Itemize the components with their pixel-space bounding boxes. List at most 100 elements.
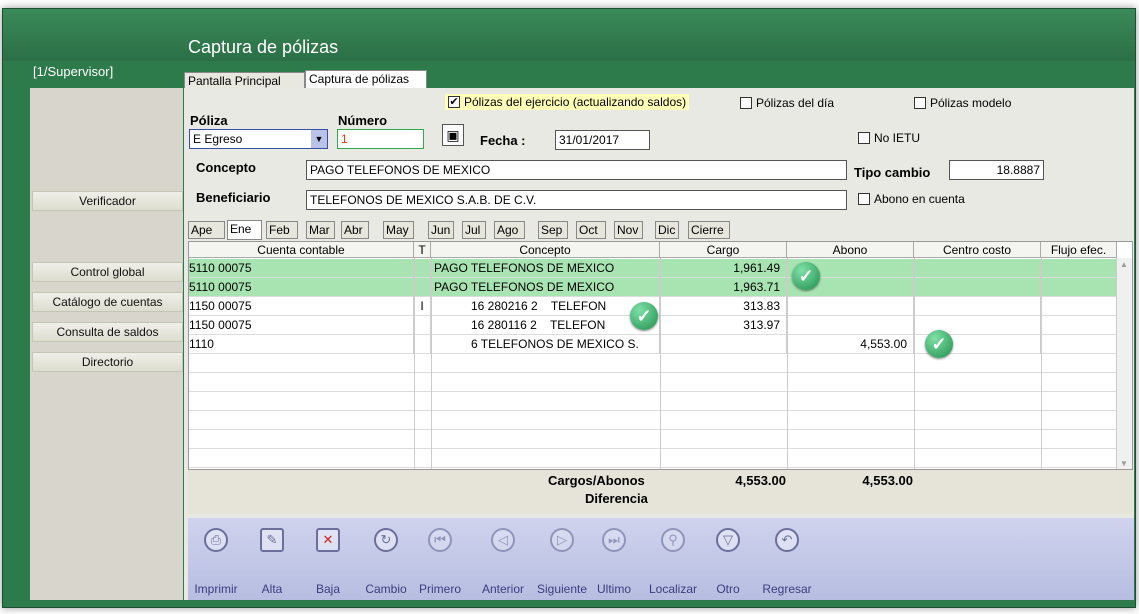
primero-button[interactable]: ⏮ Primero xyxy=(418,518,462,600)
tab-ene[interactable]: Ene xyxy=(227,220,262,240)
numero-input[interactable]: 1 xyxy=(337,129,424,149)
localizar-label: Localizar xyxy=(648,582,698,596)
cell-cargo xyxy=(660,335,787,354)
col-t[interactable]: T xyxy=(414,242,431,258)
sidebar-item-consulta-saldos[interactable]: Consulta de saldos xyxy=(32,322,183,342)
ultimo-button[interactable]: ⏭ Ultimo xyxy=(592,518,636,600)
cell-cargo: 313.97 xyxy=(660,316,787,335)
tipo-cambio-label: Tipo cambio xyxy=(854,165,931,180)
numero-label: Número xyxy=(338,113,388,128)
tab-captura-polizas[interactable]: Captura de pólizas xyxy=(305,70,427,90)
check-circle-icon: ✓ xyxy=(792,262,820,290)
table-row-empty[interactable] xyxy=(189,392,1117,411)
polizas-modelo-checkbox[interactable]: Pólizas modelo xyxy=(914,96,1011,110)
cell-t xyxy=(414,278,431,297)
tab-cierre[interactable]: Cierre xyxy=(688,221,730,239)
siguiente-button[interactable]: ▷ Siguiente xyxy=(534,518,590,600)
return-icon: ↶ xyxy=(775,528,799,552)
cambio-button[interactable]: ↻ Cambio xyxy=(362,518,410,600)
concepto-label: Concepto xyxy=(196,160,256,175)
tab-mar[interactable]: Mar xyxy=(306,221,335,239)
bottom-toolbar: ⎙ Imprimir ✎ Alta ✕ Baja ↻ Cambio ⏮ Prim… xyxy=(188,518,1134,600)
concepto-input[interactable]: PAGO TELEFONOS DE MEXICO xyxy=(306,160,847,180)
cell-cargo: 1,963.71 xyxy=(660,278,787,297)
col-cargo[interactable]: Cargo xyxy=(660,242,787,258)
imprimir-button[interactable]: ⎙ Imprimir xyxy=(192,518,240,600)
baja-button[interactable]: ✕ Baja xyxy=(306,518,350,600)
copy-document-icon[interactable]: ▣ xyxy=(442,124,464,146)
tab-oct[interactable]: Oct xyxy=(576,221,606,239)
new-document-icon: ✎ xyxy=(260,528,284,552)
checkbox-checked-icon: ✔ xyxy=(448,96,460,108)
anterior-button[interactable]: ◁ Anterior xyxy=(476,518,530,600)
sidebar-item-control-global[interactable]: Control global xyxy=(32,262,183,282)
cell-cuenta: 1150 00075 xyxy=(189,316,414,335)
delete-icon: ✕ xyxy=(316,528,340,552)
col-centro-costo[interactable]: Centro costo xyxy=(914,242,1041,258)
sidebar-item-directorio[interactable]: Directorio xyxy=(32,352,183,372)
cell-cuenta: 5110 00075 xyxy=(189,278,414,297)
col-divider xyxy=(660,258,661,469)
table-row-empty[interactable] xyxy=(189,411,1117,430)
tab-feb[interactable]: Feb xyxy=(266,221,298,239)
col-concepto[interactable]: Concepto xyxy=(431,242,660,258)
col-cuenta-contable[interactable]: Cuenta contable xyxy=(189,242,414,258)
localizar-button[interactable]: ⚲ Localizar xyxy=(646,518,700,600)
next-icon: ▷ xyxy=(550,528,574,552)
abono-cuenta-label: Abono en cuenta xyxy=(874,192,965,206)
check-circle-icon: ✓ xyxy=(630,302,658,330)
table-row[interactable]: 5110 00075 PAGO TELEFONOS DE MEXICO 1,96… xyxy=(189,278,1117,297)
otro-button[interactable]: ▽ Otro xyxy=(710,518,746,600)
total-cargo: 4,553.00 xyxy=(735,473,786,488)
sidebar-item-catalogo-cuentas[interactable]: Catálogo de cuentas xyxy=(32,292,183,312)
tab-jun[interactable]: Jun xyxy=(428,221,454,239)
cell-cargo: 313.83 xyxy=(660,297,787,316)
cell-t xyxy=(414,316,431,335)
abono-cuenta-checkbox[interactable]: Abono en cuenta xyxy=(858,192,965,206)
tab-ago[interactable]: Ago xyxy=(494,221,525,239)
grid-scrollbar[interactable]: ▲ ▼ xyxy=(1116,258,1132,469)
cell-cuenta: 5110 00075 xyxy=(189,259,414,278)
tab-may[interactable]: May xyxy=(383,221,414,239)
cell-concepto: 16 280116 2 TELEFON xyxy=(431,316,660,335)
tab-sep[interactable]: Sep xyxy=(538,221,568,239)
table-row[interactable]: 1110 6 TELEFONOS DE MEXICO S. 4,553.00 xyxy=(189,335,1117,354)
sidebar-item-verificador[interactable]: Verificador xyxy=(32,191,183,211)
no-ietu-label: No IETU xyxy=(874,131,921,145)
poliza-select-value: E Egreso xyxy=(193,132,243,146)
other-icon: ▽ xyxy=(716,528,740,552)
search-icon: ⚲ xyxy=(661,528,685,552)
otro-label: Otro xyxy=(716,582,740,596)
polizas-dia-checkbox[interactable]: Pólizas del día xyxy=(740,96,834,110)
no-ietu-checkbox[interactable]: No IETU xyxy=(858,131,920,145)
table-row-empty[interactable] xyxy=(189,354,1117,373)
table-row-empty[interactable] xyxy=(189,449,1117,468)
scroll-up-icon[interactable]: ▲ xyxy=(1120,260,1128,269)
accounts-grid: Cuenta contable T Concepto Cargo Abono C… xyxy=(188,241,1133,470)
fecha-input[interactable]: 31/01/2017 xyxy=(555,130,650,150)
tab-dic[interactable]: Dic xyxy=(655,221,679,239)
col-divider xyxy=(431,258,432,469)
col-divider xyxy=(914,258,915,469)
regresar-button[interactable]: ↶ Regresar xyxy=(758,518,816,600)
polizas-ejercicio-checkbox[interactable]: ✔ Pólizas del ejercicio (actualizando sa… xyxy=(445,94,690,110)
cell-abono xyxy=(787,316,914,335)
tab-jul[interactable]: Jul xyxy=(462,221,486,239)
tipo-cambio-input[interactable]: 18.8887 xyxy=(949,160,1044,180)
alta-button[interactable]: ✎ Alta xyxy=(250,518,294,600)
col-abono[interactable]: Abono xyxy=(787,242,914,258)
tab-ape[interactable]: Ape xyxy=(188,221,225,239)
beneficiario-input[interactable]: TELEFONOS DE MEXICO S.A.B. DE C.V. xyxy=(306,190,847,210)
table-row-empty[interactable] xyxy=(189,373,1117,392)
table-row-empty[interactable] xyxy=(189,430,1117,449)
tab-nov[interactable]: Nov xyxy=(614,221,643,239)
poliza-select[interactable]: E Egreso ▼ xyxy=(189,129,328,149)
table-row[interactable]: 5110 00075 PAGO TELEFONOS DE MEXICO 1,96… xyxy=(189,259,1117,278)
scroll-down-icon[interactable]: ▼ xyxy=(1120,459,1128,468)
tab-abr[interactable]: Abr xyxy=(341,221,369,239)
cell-flujo xyxy=(1041,259,1117,278)
chevron-down-icon[interactable]: ▼ xyxy=(311,130,327,148)
printer-icon: ⎙ xyxy=(204,528,228,552)
diferencia-label: Diferencia xyxy=(585,491,648,506)
col-flujo-efec[interactable]: Flujo efec. xyxy=(1041,242,1117,258)
